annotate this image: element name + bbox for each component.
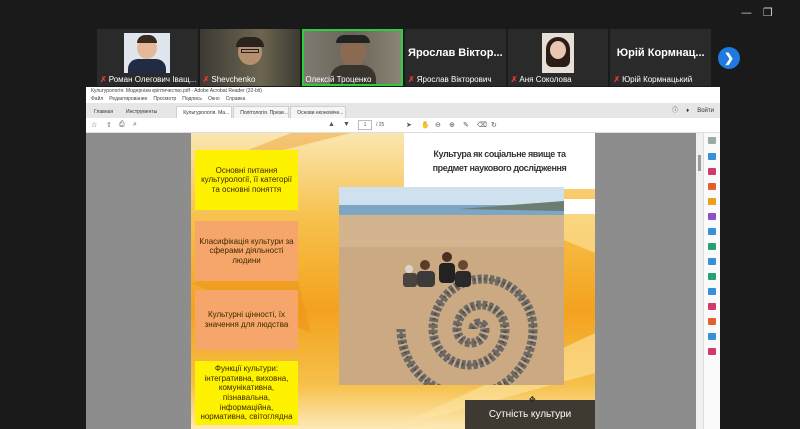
print-icon[interactable]: ⎙ [119, 121, 125, 129]
topic-box-functions: Функції культури: інтегративна, виховна,… [195, 361, 298, 425]
menu-sign[interactable]: Подпись [182, 95, 202, 103]
page-up-icon[interactable]: ▲ [328, 121, 335, 128]
slide-title-line-1: Культура як соціальне явище та [433, 148, 566, 159]
rotate-icon[interactable]: ↻ [491, 121, 497, 129]
redact-icon[interactable] [708, 318, 716, 325]
participant-tile[interactable]: ✗ Роман Олегович Іващ... [97, 29, 198, 86]
next-participants-button[interactable]: ❯ [718, 47, 740, 69]
search-icon[interactable]: ⌕ [133, 121, 137, 129]
upload-icon[interactable]: ⇧ [106, 121, 112, 129]
topic-box-values: Культурні цінності, їх значення для людс… [195, 290, 298, 350]
participant-name: ✗ Юрій Кормнацький [613, 75, 693, 84]
cursor-tool-icon[interactable]: ➤ [406, 121, 412, 129]
compress-icon[interactable] [708, 243, 716, 250]
page-down-icon[interactable]: ▼ [343, 121, 350, 128]
beach-spiral-photo [339, 187, 564, 385]
menu-view[interactable]: Просмотр [153, 95, 176, 103]
mouse-cursor-icon: ✥ [529, 395, 536, 404]
help-icon[interactable]: ⓘ [672, 108, 678, 114]
scan-icon[interactable] [708, 258, 716, 265]
mic-muted-icon: ✗ [100, 75, 107, 84]
sign-in-button[interactable]: ⓘ ♦ Войти [672, 105, 714, 114]
menu-edit[interactable]: Редактирование [109, 95, 147, 103]
participant-name: ✗ Ярослав Вікторович [408, 75, 492, 84]
fill-sign-icon[interactable] [708, 288, 716, 295]
menu-file[interactable]: Файл [91, 95, 103, 103]
participant-display-name: Юрій Кормнац... [616, 47, 705, 59]
slide-title-line-2: предмет наукового дослідження [432, 163, 567, 173]
menu-bar: Файл Редактирование Просмотр Подпись Окн… [86, 95, 720, 103]
protect-icon[interactable] [708, 273, 716, 280]
participant-name: Олексій Троценко [305, 75, 372, 84]
doc-tab-culturology[interactable]: Культурологія. Ма... [176, 106, 233, 118]
presentation-slide: Основні питання культурології, її катего… [191, 133, 595, 429]
chevron-right-icon: ❯ [723, 51, 735, 65]
zoom-in-icon[interactable]: ⊕ [449, 121, 455, 129]
menu-help[interactable]: Справка [226, 95, 246, 103]
create-pdf-icon[interactable] [708, 183, 716, 190]
comment-tool-icon[interactable] [708, 198, 716, 205]
zoom-tool-icon[interactable] [708, 137, 716, 144]
mic-muted-icon: ✗ [613, 75, 621, 84]
mic-muted-icon: ✗ [408, 75, 415, 84]
document-toolbar: ☆ ⇧ ⎙ ⌕ ▲ ▼ 1 / 25 ➤ ✋ ⊖ ⊕ ✎ ⌫ ↻ [86, 118, 720, 133]
slide-title: Культура як соціальне явище та предмет на… [404, 133, 595, 189]
export-pdf-icon[interactable] [708, 153, 716, 160]
restore-icon[interactable]: ❐ [763, 6, 773, 19]
tab-tools[interactable]: Инструменты [120, 106, 164, 118]
participant-name: ✗ Shevchenko [202, 75, 256, 84]
delete-icon[interactable]: ⌫ [477, 121, 487, 129]
title-accent-band [564, 199, 595, 214]
participant-tile-active[interactable]: Олексій Троценко [302, 29, 404, 86]
send-icon[interactable] [708, 303, 716, 310]
slide-subtitle-box: Сутність культури [465, 400, 595, 429]
page-number-input[interactable]: 1 [358, 120, 372, 130]
comment-icon[interactable]: ✎ [463, 121, 469, 129]
participant-tile[interactable]: Ярослав Віктор... ✗ Ярослав Вікторович [405, 29, 506, 86]
bell-icon[interactable]: ♦ [686, 108, 689, 114]
sign-in-label: Войти [697, 108, 714, 114]
zoom-meeting-window: — ❐ ✗ Роман Олегович Іващ... ✗ Shevchenko … [0, 0, 800, 429]
more-tools-icon[interactable] [708, 333, 716, 340]
tools-side-panel [703, 133, 720, 429]
zoom-out-icon[interactable]: ⊖ [435, 121, 441, 129]
participant-tile[interactable]: Юрій Кормнац... ✗ Юрій Кормнацький [610, 29, 712, 86]
participant-display-name: Ярослав Віктор... [408, 47, 503, 59]
tab-home[interactable]: Главная [88, 106, 120, 118]
participant-tile[interactable]: ✗ Shevchenko [199, 29, 301, 86]
star-icon[interactable]: ☆ [91, 121, 97, 129]
organize-icon[interactable] [708, 228, 716, 235]
combine-icon[interactable] [708, 213, 716, 220]
minimize-icon[interactable]: — [741, 6, 752, 19]
participant-strip: ✗ Роман Олегович Іващ... ✗ Shevchenko Олек… [97, 29, 712, 86]
tabs-bar: Главная Инструменты Культурологія. Ма...… [86, 103, 720, 118]
stamp-icon[interactable] [708, 348, 716, 355]
participant-name: ✗ Роман Олегович Іващ... [100, 75, 196, 84]
window-title: Культурологія. Модернізм кріптичество.pd… [91, 88, 262, 94]
page-total: / 25 [376, 122, 385, 128]
edit-pdf-icon[interactable] [708, 168, 716, 175]
topic-box-basics: Основні питання культурології, її катего… [195, 150, 298, 210]
mic-muted-icon: ✗ [202, 75, 210, 84]
vertical-scrollbar[interactable] [696, 133, 703, 429]
mic-muted-icon: ✗ [510, 75, 518, 84]
doc-tab-economics[interactable]: Основи економічн... [290, 106, 347, 118]
menu-window[interactable]: Окно [208, 95, 220, 103]
doc-tab-politology[interactable]: Політологія. Прези... [233, 106, 290, 118]
participant-tile[interactable]: ✗ Аня Соколова [507, 29, 609, 86]
scrollbar-thumb[interactable] [698, 155, 701, 171]
acrobat-reader-window: Культурологія. Модернізм кріптичество.pd… [86, 87, 720, 429]
participant-name: ✗ Аня Соколова [510, 75, 572, 84]
hand-tool-icon[interactable]: ✋ [421, 121, 430, 129]
document-view[interactable]: Основні питання культурології, її катего… [86, 133, 696, 429]
topic-box-classification: Класифікація культури за сферами діяльно… [195, 221, 298, 281]
acrobat-titlebar: Культурологія. Модернізм кріптичество.pd… [86, 87, 720, 95]
